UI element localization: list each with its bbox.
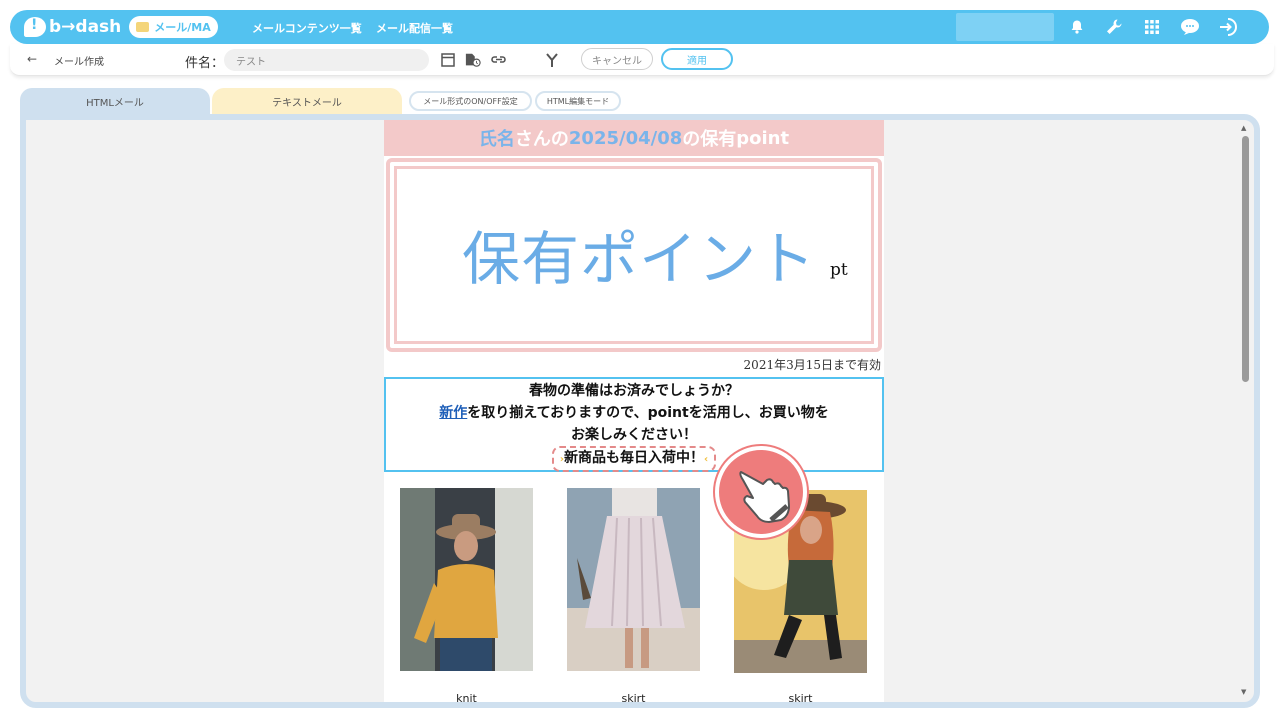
product-image-skirt-1[interactable] [567, 488, 700, 671]
scroll-up-icon[interactable]: ▲ [1241, 124, 1246, 132]
pointer-hand-marker [715, 446, 807, 538]
cancel-button[interactable]: キャンセル [581, 48, 653, 70]
message-line-3: お楽しみください！ [571, 427, 697, 443]
faq-icon[interactable] [1180, 17, 1200, 37]
apply-button[interactable]: 適用 [661, 48, 733, 70]
new-items-link[interactable]: 新作 [439, 405, 467, 421]
email-preview-frame: 氏名 さんの 2025/04/08 の保有 point 保有ポイント pt 20… [20, 114, 1260, 708]
new-arrival-text: 新商品も毎日入荷中！ [564, 450, 704, 466]
mail-ma-label: メール/MA [154, 21, 211, 34]
message-box[interactable]: 春物の準備はお済みでしょうか？ 新作を取り揃えておりますので、pointを活用し… [384, 377, 884, 472]
vertical-scrollbar[interactable]: ▲ ▼ [1240, 124, 1250, 696]
nav-mail-delivery[interactable]: メール配信一覧 [376, 20, 453, 36]
product-label-skirt-1: skirt [621, 692, 646, 705]
mail-ma-module-button[interactable]: メール/MA [129, 16, 218, 38]
link-settings-icon[interactable] [491, 52, 507, 68]
email-canvas: 氏名 さんの 2025/04/08 の保有 point 保有ポイント pt 20… [384, 120, 884, 705]
chevron-left-icon: ‹ [704, 454, 709, 465]
header-text-2: の保有 [682, 129, 737, 150]
tab-text-mail[interactable]: テキストメール [212, 88, 402, 114]
point-header-band: 氏名 さんの 2025/04/08 の保有 point [384, 120, 884, 156]
bdash-logo[interactable]: b→dash [24, 16, 121, 38]
pointing-hand-icon [739, 471, 790, 523]
subject-input[interactable] [224, 49, 429, 71]
editor-toolbar: ← メール作成 件名： キャンセル 適用 [10, 44, 1274, 76]
html-edit-mode-button[interactable]: HTML編集モード [535, 91, 621, 111]
scroll-thumb[interactable] [1242, 136, 1249, 382]
header-text-1: さんの [514, 129, 569, 150]
logout-icon[interactable] [1219, 17, 1239, 37]
knit-photo [400, 488, 533, 671]
grid-icon[interactable] [1142, 17, 1162, 37]
product-image-knit[interactable] [400, 488, 533, 671]
product-label-knit: knit [456, 692, 477, 705]
valid-until-text: 2021年3月15日まで有効 [743, 358, 881, 372]
new-arrival-badge[interactable]: ›新商品も毎日入荷中！‹ [551, 446, 717, 472]
schedule-file-icon[interactable] [465, 52, 481, 68]
message-line-1: 春物の準備はお済みでしょうか？ [529, 383, 739, 399]
product-label-skirt-2: skirt [788, 692, 813, 705]
message-line-2: 新作を取り揃えておりますので、pointを活用し、お買い物を [386, 402, 882, 424]
back-arrow-icon[interactable]: ← [27, 52, 37, 66]
message-line-2-text: を取り揃えておりますので、pointを活用し、お買い物を [467, 405, 829, 421]
point-title: 保有ポイント [462, 225, 817, 293]
point-balance-box[interactable]: 保有ポイント pt [386, 158, 882, 352]
envelope-icon [136, 22, 150, 32]
mail-format-toggle-button[interactable]: メール形式のON/OFF設定 [409, 91, 532, 111]
app-root: b→dash メール/MA メールコンテンツ一覧 メール配信一覧 ← メール作成… [0, 0, 1280, 720]
header-text-3: point [736, 127, 790, 149]
logo-text: b→dash [49, 17, 122, 37]
logo-bubble-icon [24, 17, 46, 37]
wrench-icon[interactable] [1104, 17, 1124, 37]
point-unit: pt [830, 260, 848, 280]
preview-window-icon[interactable] [440, 52, 456, 68]
nav-mail-contents[interactable]: メールコンテンツ一覧 [252, 20, 362, 36]
page-title: メール作成 [54, 57, 104, 68]
tab-html-mail[interactable]: HTMLメール [20, 88, 210, 114]
scroll-down-icon[interactable]: ▼ [1241, 688, 1246, 696]
user-account-area[interactable] [956, 13, 1054, 41]
subject-label: 件名： [185, 56, 225, 71]
bell-icon[interactable] [1067, 17, 1087, 37]
header-name-var[interactable]: 氏名 [479, 125, 515, 151]
branch-icon[interactable] [544, 52, 560, 68]
top-nav: b→dash メール/MA メールコンテンツ一覧 メール配信一覧 [10, 10, 1269, 44]
skirt-photo-1 [567, 488, 700, 671]
header-date-var[interactable]: 2025/04/08 [569, 128, 682, 149]
